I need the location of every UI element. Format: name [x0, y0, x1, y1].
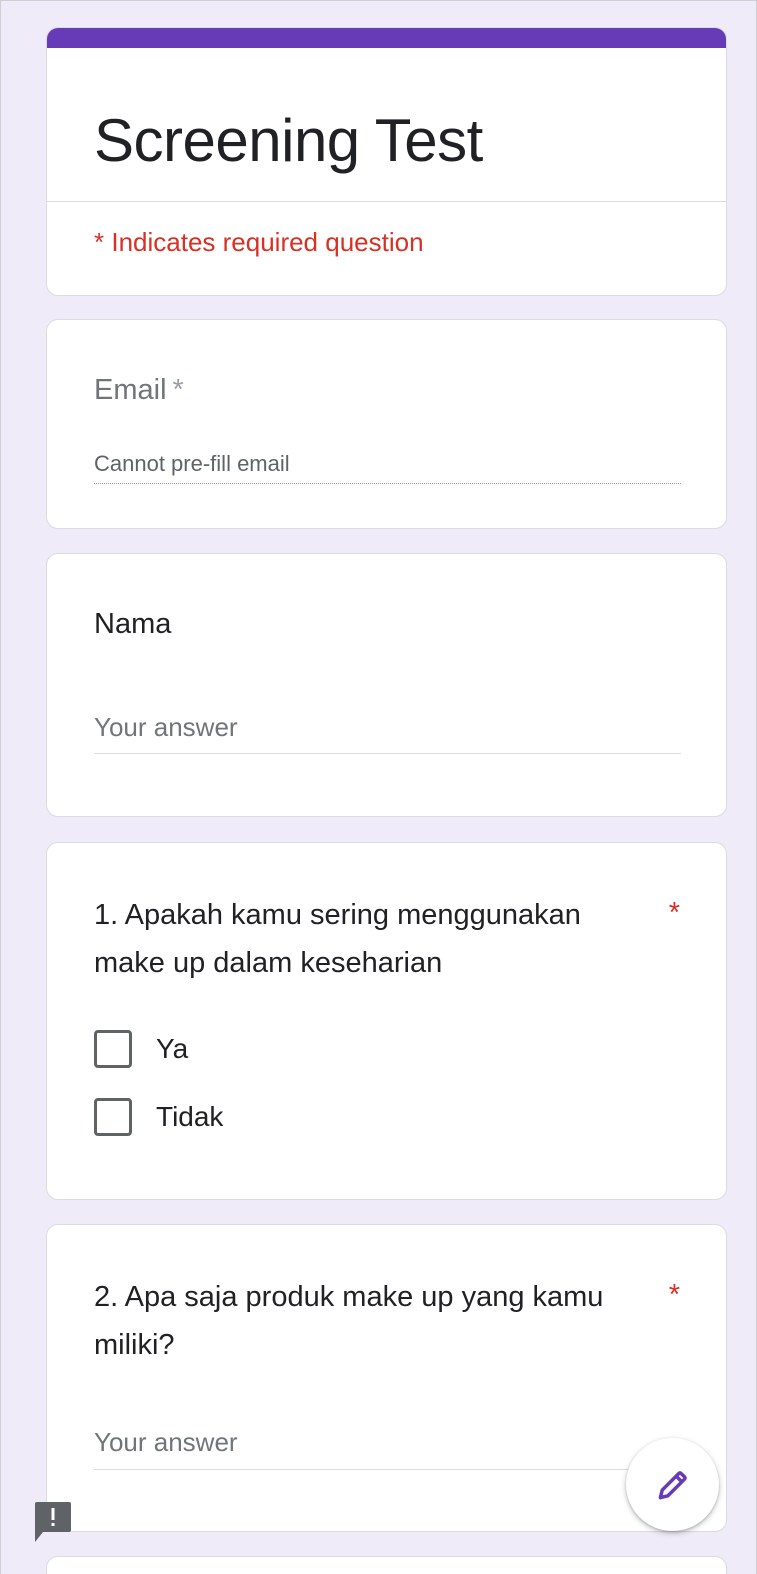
- question-2-card: 2. Apa saja produk make up yang kamu mil…: [46, 1224, 727, 1532]
- feedback-icon: [35, 1502, 71, 1542]
- edit-fab-button[interactable]: [626, 1438, 719, 1531]
- question-1-label: 1. Apakah kamu sering menggunakan make u…: [94, 899, 581, 979]
- name-question-card: Nama Your answer: [46, 553, 727, 817]
- email-hint: Cannot pre-fill email: [94, 451, 290, 476]
- question-2-required-star: *: [668, 1279, 680, 1311]
- email-required-star: *: [172, 374, 184, 406]
- form-header-card: Screening Test * Indicates required ques…: [46, 27, 727, 296]
- checkbox-ya[interactable]: [94, 1030, 132, 1068]
- email-label: Email *: [94, 374, 184, 407]
- question-2-answer-input[interactable]: Your answer: [94, 1427, 238, 1458]
- checkbox-tidak[interactable]: [94, 1098, 132, 1136]
- option-tidak-label: Tidak: [156, 1101, 224, 1132]
- next-question-card: [46, 1556, 727, 1574]
- feedback-button[interactable]: [33, 1500, 73, 1544]
- required-note: * Indicates required question: [94, 227, 424, 257]
- form-title: Screening Test: [94, 107, 483, 174]
- email-underline: [94, 483, 681, 484]
- name-answer-input[interactable]: Your answer: [94, 712, 238, 743]
- option-ya[interactable]: Ya: [94, 1029, 188, 1069]
- email-label-text: Email: [94, 374, 167, 406]
- name-question-label: Nama: [94, 608, 172, 640]
- header-divider: [47, 201, 726, 202]
- name-answer-underline: [94, 753, 681, 754]
- question-1-required-star: *: [668, 897, 680, 929]
- question-2-label: 2. Apa saja produk make up yang kamu mil…: [94, 1281, 604, 1361]
- option-ya-label: Ya: [156, 1033, 189, 1064]
- header-accent-bar: [47, 28, 726, 48]
- question-2-answer-underline: [94, 1469, 681, 1470]
- pencil-icon: [658, 1470, 687, 1499]
- question-1-card: 1. Apakah kamu sering menggunakan make u…: [46, 842, 727, 1200]
- option-tidak[interactable]: Tidak: [94, 1097, 223, 1137]
- email-card: Email * Cannot pre-fill email: [46, 319, 727, 529]
